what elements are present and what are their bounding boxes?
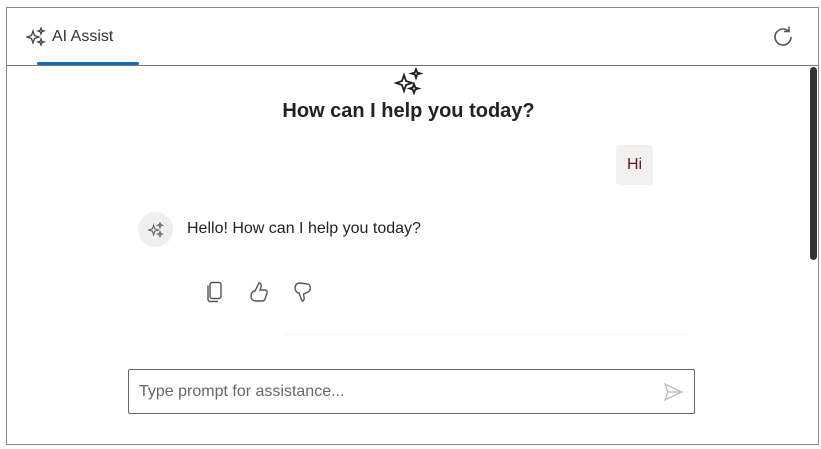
thumbs-down-button[interactable] — [291, 280, 315, 304]
active-tab-indicator — [37, 62, 139, 65]
thumbs-up-icon — [250, 282, 268, 302]
sparkle-icon — [26, 26, 46, 47]
sparkle-icon — [394, 68, 424, 96]
refresh-icon[interactable] — [770, 24, 796, 50]
prompt-input[interactable] — [139, 382, 662, 401]
assistant-message: Hello! How can I help you today? — [187, 220, 421, 237]
divider — [284, 334, 689, 338]
sparkle-icon — [147, 221, 164, 238]
scrollbar[interactable] — [810, 67, 817, 260]
prompt-box — [128, 369, 695, 414]
tab-label: AI Assist — [52, 27, 114, 45]
welcome-title: How can I help you today? — [282, 100, 535, 122]
copy-button[interactable] — [203, 280, 227, 304]
header: AI Assist — [7, 8, 818, 66]
ai-assist-panel: AI Assist How can I help you today? Hi H… — [6, 7, 819, 445]
user-message: Hi — [616, 145, 653, 185]
message-actions — [203, 280, 315, 304]
assistant-avatar — [138, 212, 173, 247]
send-icon[interactable] — [662, 381, 684, 403]
tab-ai-assist[interactable]: AI Assist — [22, 8, 139, 65]
thumbs-up-button[interactable] — [247, 280, 271, 304]
copy-icon — [207, 281, 222, 303]
thumbs-down-icon — [294, 282, 311, 302]
